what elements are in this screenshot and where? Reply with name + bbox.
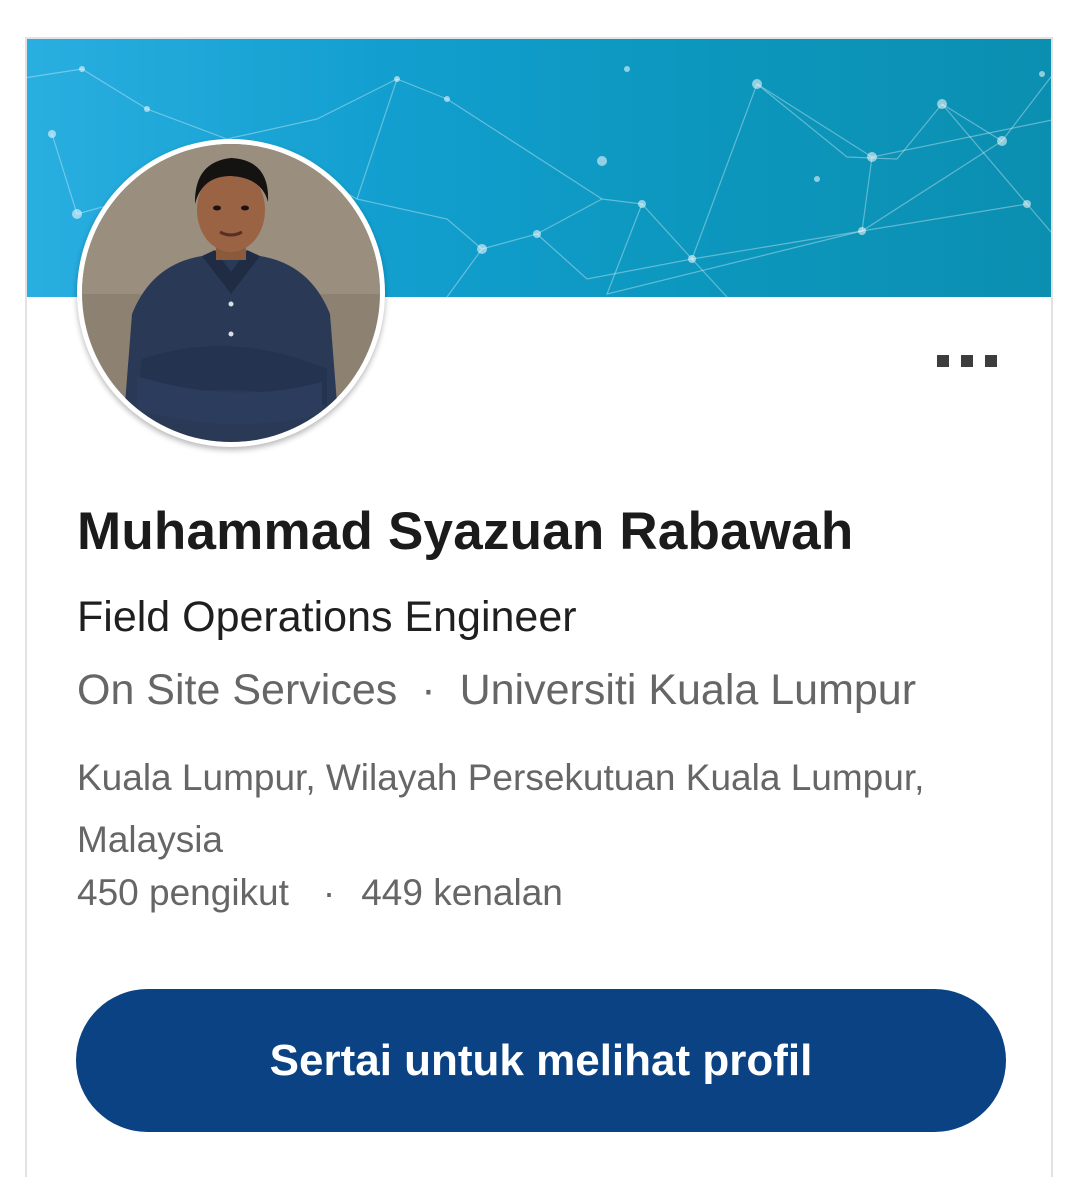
separator-dot: · xyxy=(322,872,336,913)
profile-stats: 450 pengikut · 449 kenalan xyxy=(77,872,563,914)
join-to-view-profile-button[interactable]: Sertai untuk melihat profil xyxy=(76,989,1006,1132)
separator-dot: · xyxy=(421,666,436,714)
profile-photo xyxy=(82,144,380,442)
company-name: On Site Services xyxy=(77,666,398,714)
school-name: Universiti Kuala Lumpur xyxy=(459,666,917,714)
followers-count: 450 pengikut xyxy=(77,872,289,913)
profile-avatar xyxy=(77,139,385,447)
more-options-button[interactable] xyxy=(932,349,1002,375)
profile-headline: Field Operations Engineer xyxy=(77,593,577,641)
profile-organizations: On Site Services · Universiti Kuala Lumpur xyxy=(77,666,916,715)
connections-count: 449 kenalan xyxy=(361,872,563,913)
profile-card: Muhammad Syazuan Rabawah Field Operation… xyxy=(25,37,1053,1177)
more-horizontal-icon xyxy=(937,355,949,367)
more-dot xyxy=(985,355,997,367)
more-dot xyxy=(961,355,973,367)
profile-name: Muhammad Syazuan Rabawah xyxy=(77,502,854,561)
profile-location: Kuala Lumpur, Wilayah Persekutuan Kuala … xyxy=(77,757,925,860)
